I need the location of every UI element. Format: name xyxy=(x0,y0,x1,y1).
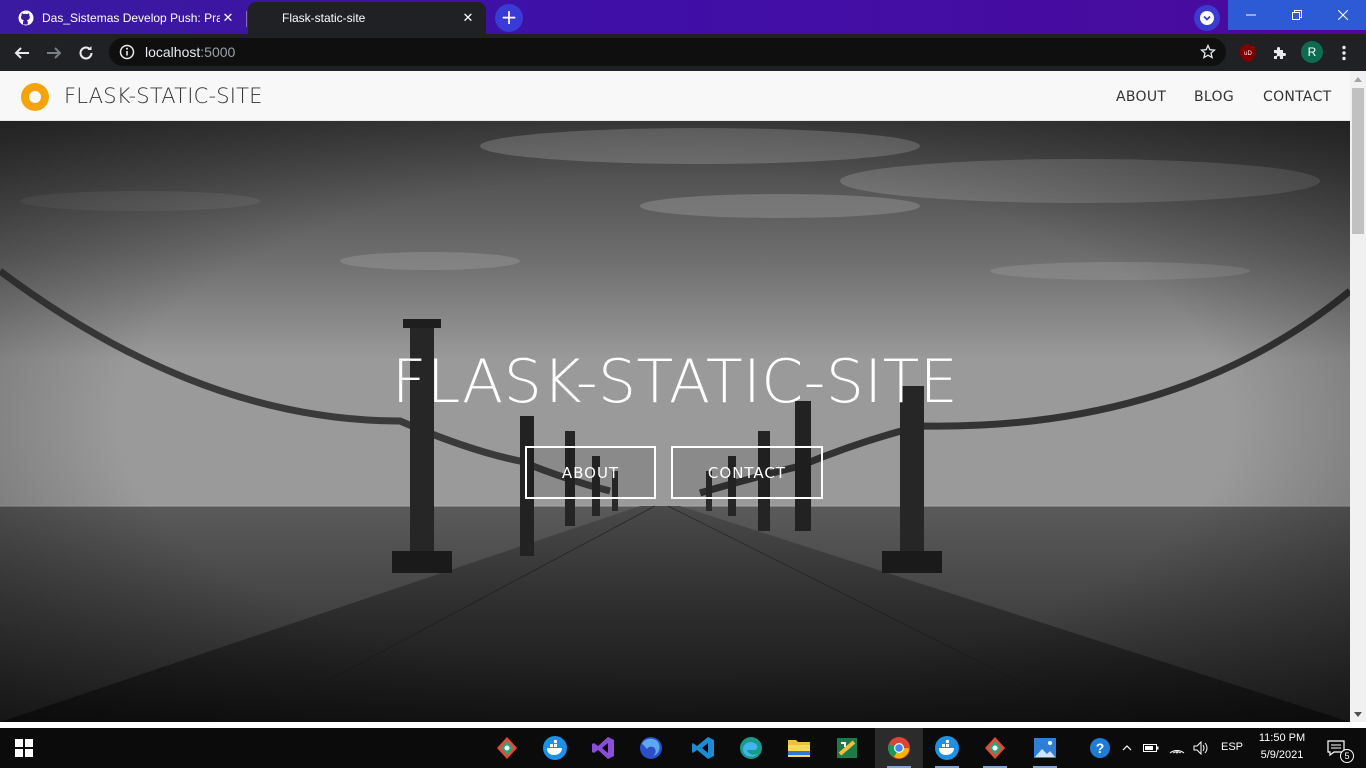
firefox-icon[interactable] xyxy=(627,728,675,768)
scroll-down-arrow-icon[interactable] xyxy=(1354,712,1362,717)
arrow-left-icon xyxy=(14,47,29,59)
close-window-button[interactable] xyxy=(1320,0,1366,30)
minimize-button[interactable] xyxy=(1228,0,1274,30)
nav-link-contact[interactable]: CONTACT xyxy=(1263,89,1332,105)
reload-button[interactable] xyxy=(72,39,100,67)
tab-strip: Das_Sistemas Develop Push: Practica ✕ Fl… xyxy=(0,0,1366,34)
github-icon xyxy=(18,10,34,26)
address-bar[interactable]: localhost:5000 xyxy=(109,38,1226,66)
volume-icon[interactable] xyxy=(1190,728,1212,768)
file-explorer-icon[interactable] xyxy=(775,728,823,768)
browser-toolbar: localhost:5000 uD R xyxy=(0,34,1366,71)
wifi-icon[interactable] xyxy=(1166,728,1188,768)
tab-title: Das_Sistemas Develop Push: Practica xyxy=(42,11,220,25)
url-host: localhost xyxy=(145,44,201,60)
profile-avatar[interactable]: R xyxy=(1301,41,1323,63)
url-port: :5000 xyxy=(200,44,236,60)
site-navbar: FLASK-STATIC-SITE ABOUT BLOG CONTACT xyxy=(0,71,1350,121)
docker-icon[interactable] xyxy=(531,728,579,768)
visual-studio-icon[interactable] xyxy=(579,728,627,768)
kebab-menu-icon xyxy=(1342,45,1346,61)
site-brand[interactable]: FLASK-STATIC-SITE xyxy=(64,84,263,108)
extensions-button[interactable] xyxy=(1266,39,1294,67)
bookmark-star-icon[interactable] xyxy=(1200,44,1216,60)
close-tab-icon[interactable]: ✕ xyxy=(460,10,476,26)
ublock-icon: uD xyxy=(1240,44,1256,62)
gitkraken-icon[interactable] xyxy=(483,728,531,768)
page-viewport: FLASK-STATIC-SITE ABOUT BLOG CONTACT FLA… xyxy=(0,71,1350,722)
photos-icon[interactable] xyxy=(1021,728,1069,768)
reload-icon xyxy=(79,46,93,60)
windows-taskbar: ? ESP 11:50 PM 5/9/2021 5 xyxy=(0,728,1366,768)
hero-section: FLASK-STATIC-SITE ABOUT CONTACT xyxy=(0,121,1350,722)
minimize-icon xyxy=(1246,14,1256,16)
hero-contact-button[interactable]: CONTACT xyxy=(671,446,823,499)
back-button[interactable] xyxy=(8,39,36,67)
gitkraken-icon[interactable] xyxy=(971,728,1019,768)
edge-icon[interactable] xyxy=(727,728,775,768)
hero-background-image xyxy=(0,121,1350,722)
tab-search-button[interactable] xyxy=(1194,5,1220,31)
help-icon[interactable]: ? xyxy=(1086,728,1114,768)
battery-icon[interactable] xyxy=(1140,728,1162,768)
svg-text:uD: uD xyxy=(1244,51,1252,57)
tab-title: Flask-static-site xyxy=(282,11,366,25)
tab-github[interactable]: Das_Sistemas Develop Push: Practica ✕ xyxy=(8,2,247,34)
clock-date[interactable]: 5/9/2021 xyxy=(1256,749,1308,761)
svg-text:?: ? xyxy=(1096,740,1105,756)
notification-count-badge: 5 xyxy=(1340,749,1354,763)
nav-link-blog[interactable]: BLOG xyxy=(1194,89,1234,105)
chevron-down-icon xyxy=(1200,11,1214,25)
clock-time[interactable]: 11:50 PM xyxy=(1256,732,1308,744)
page-scrollbar[interactable] xyxy=(1350,71,1366,722)
hero-title: FLASK-STATIC-SITE xyxy=(391,347,959,417)
site-logo-icon[interactable] xyxy=(21,83,49,111)
info-icon[interactable] xyxy=(119,44,135,60)
notification-center-button[interactable]: 5 xyxy=(1318,728,1358,768)
restore-icon xyxy=(1292,10,1302,20)
show-hidden-icons-chevron-up-icon[interactable] xyxy=(1117,728,1137,768)
ublock-extension-button[interactable]: uD xyxy=(1234,39,1262,67)
input-language[interactable]: ESP xyxy=(1221,741,1243,753)
windows-logo-icon xyxy=(15,739,33,757)
nav-link-about[interactable]: ABOUT xyxy=(1116,89,1166,105)
forward-button[interactable] xyxy=(40,39,68,67)
hero-about-button[interactable]: ABOUT xyxy=(525,446,656,499)
arrow-right-icon xyxy=(47,47,62,59)
browser-menu-button[interactable] xyxy=(1330,39,1358,67)
restore-button[interactable] xyxy=(1274,0,1320,30)
sublime-merge-icon[interactable] xyxy=(823,728,871,768)
scroll-up-arrow-icon[interactable] xyxy=(1354,77,1362,82)
close-icon xyxy=(1338,10,1348,20)
scrollbar-thumb[interactable] xyxy=(1352,88,1364,234)
close-tab-icon[interactable]: ✕ xyxy=(220,10,236,26)
tab-flask-static-site[interactable]: Flask-static-site ✕ xyxy=(248,2,486,34)
vscode-icon[interactable] xyxy=(679,728,727,768)
puzzle-icon xyxy=(1274,47,1286,59)
new-tab-button[interactable]: + xyxy=(495,4,523,32)
start-button[interactable] xyxy=(0,728,48,768)
docker-icon[interactable] xyxy=(923,728,971,768)
chrome-icon[interactable] xyxy=(875,728,923,768)
